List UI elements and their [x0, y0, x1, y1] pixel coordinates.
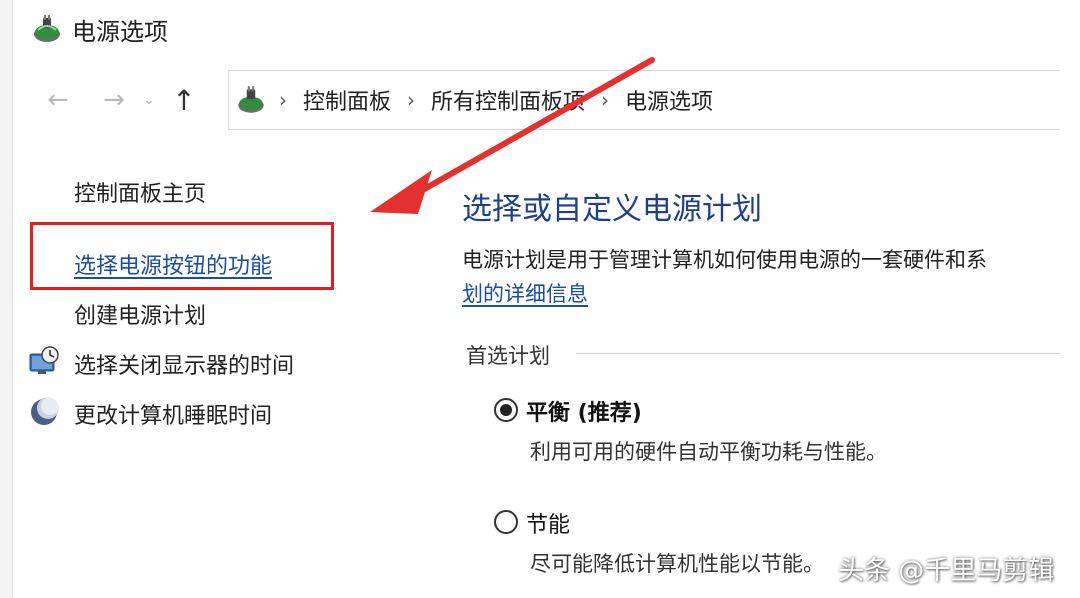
watermark-text: 头条 @千里马剪辑	[838, 556, 1055, 586]
annotation-arrow	[370, 57, 655, 214]
